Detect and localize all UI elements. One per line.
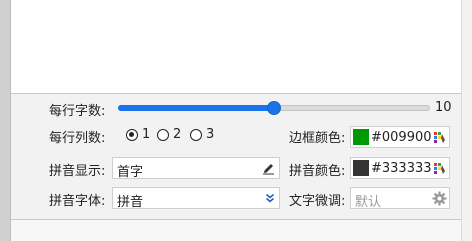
cols-radio-2[interactable] (157, 129, 169, 141)
pinyin-display-value: 首字 (117, 165, 144, 180)
text-adjust-placeholder: 默认 (355, 195, 382, 210)
gear-icon[interactable] (432, 191, 447, 206)
pinyin-color-label: 拼音颜色: (289, 164, 346, 179)
border-color-field[interactable]: #009900 (350, 126, 450, 148)
double-chevron-down-icon[interactable] (265, 193, 275, 204)
text-adjust-field[interactable]: 默认 (350, 187, 450, 210)
pencil-icon[interactable] (262, 162, 275, 175)
pinyin-display-field[interactable]: 首字 (112, 157, 280, 180)
palette-icon[interactable] (433, 131, 446, 144)
chars-per-line-slider-thumb[interactable] (267, 101, 281, 115)
border-color-swatch (353, 129, 369, 145)
cols-per-line-label: 每行列数: (49, 131, 106, 146)
border-color-label: 边框颜色: (289, 131, 346, 146)
cols-radio-3-label: 3 (206, 127, 215, 142)
text-adjust-label: 文字微调: (289, 194, 346, 209)
pinyin-display-label: 拼音显示: (49, 164, 106, 179)
cols-radio-3[interactable] (190, 129, 202, 141)
pinyin-color-value: #333333 (371, 161, 432, 176)
right-scroll-strip (462, 0, 472, 241)
cols-radio-2-label: 2 (173, 127, 182, 142)
pinyin-font-select[interactable]: 拼音 (112, 187, 280, 210)
bottom-area (11, 220, 461, 241)
top-separator (11, 93, 461, 94)
pinyin-color-field[interactable]: #333333 (350, 157, 450, 179)
border-color-value: #009900 (371, 130, 432, 145)
pinyin-font-value: 拼音 (117, 195, 144, 210)
preview-area (11, 0, 461, 93)
pinyin-color-swatch (353, 160, 369, 176)
cols-radio-1-label: 1 (142, 127, 151, 142)
chars-per-line-slider-fill (118, 105, 274, 111)
chars-per-line-value: 10 (435, 100, 452, 115)
cols-radio-1[interactable] (126, 129, 138, 141)
pinyin-font-label: 拼音字体: (49, 194, 106, 209)
chars-per-line-label: 每行字数: (49, 104, 106, 119)
left-rail (0, 0, 10, 241)
palette-icon[interactable] (433, 162, 446, 175)
